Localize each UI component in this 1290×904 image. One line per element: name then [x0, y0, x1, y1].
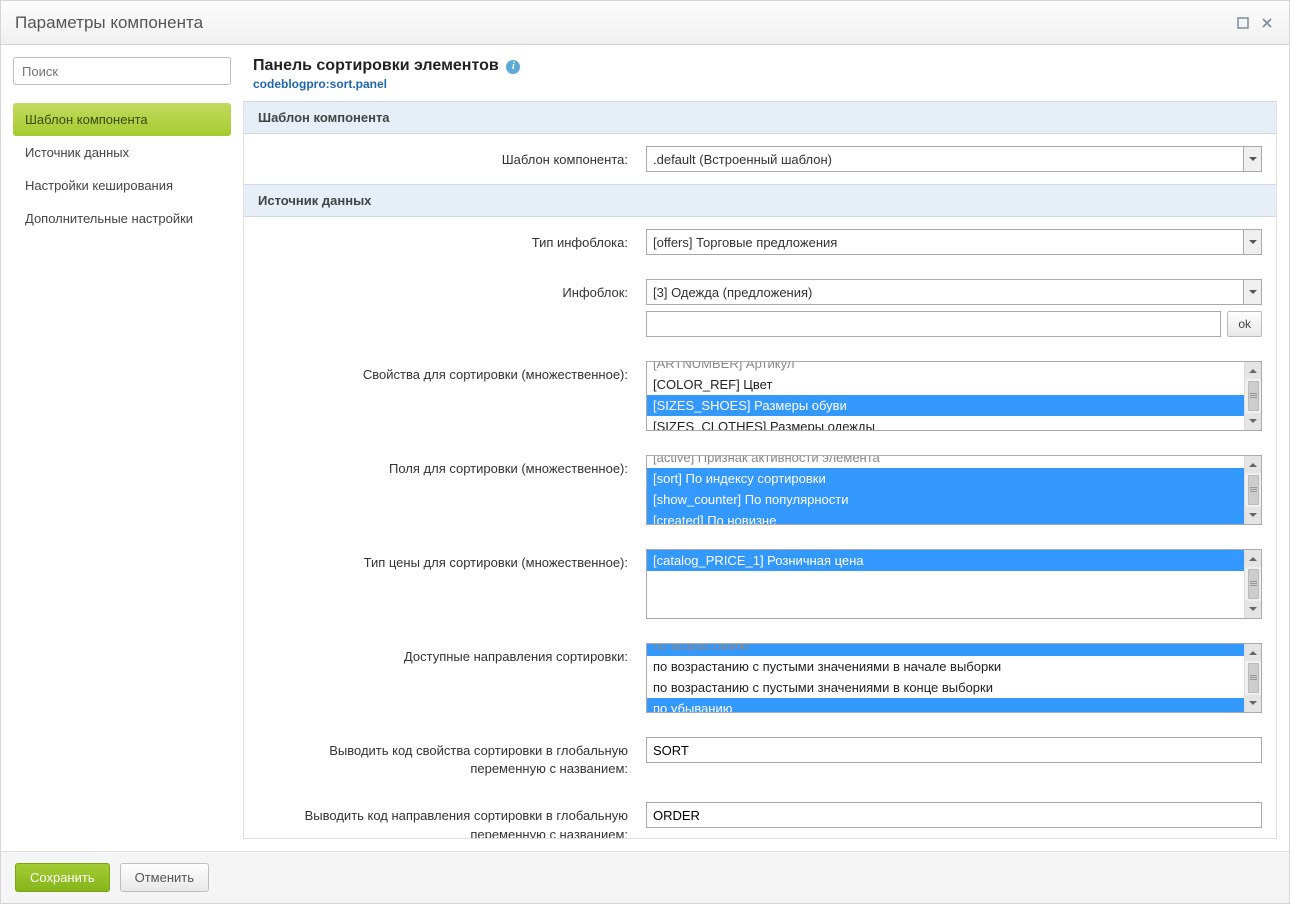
component-params-window: Параметры компонента Шаблон компонента И…	[0, 0, 1290, 904]
sidebar-item-additional[interactable]: Дополнительные настройки	[13, 202, 231, 235]
list-item[interactable]: [ARTNUMBER] Артикул	[647, 362, 1244, 374]
list-item[interactable]: [SIZES_CLOTHES] Размеры одежды	[647, 416, 1244, 430]
sidebar-item-caching[interactable]: Настройки кеширования	[13, 169, 231, 202]
list-item[interactable]: по возрастанию	[647, 644, 1244, 656]
row-sort-var: Выводить код свойства сортировки в глоба…	[244, 725, 1276, 790]
save-button[interactable]: Сохранить	[15, 863, 110, 892]
ok-button[interactable]: ok	[1227, 311, 1262, 337]
section-datasource-header: Источник данных	[244, 184, 1276, 217]
row-order-var: Выводить код направления сортировки в гл…	[244, 790, 1276, 839]
footer: Сохранить Отменить	[1, 851, 1289, 903]
sort-props-multiselect[interactable]: [ARTNUMBER] Артикул[COLOR_REF] Цвет[SIZE…	[646, 361, 1262, 431]
close-icon[interactable]	[1259, 15, 1275, 31]
sidebar-nav: Шаблон компонента Источник данных Настро…	[13, 103, 231, 235]
list-item[interactable]: [created] По новизне	[647, 510, 1244, 524]
list-item[interactable]: [active] Признак активности элемента	[647, 456, 1244, 468]
sort-dirs-multiselect[interactable]: по возрастаниюпо возрастанию с пустыми з…	[646, 643, 1262, 713]
page-header: Панель сортировки элементов i codeblogpr…	[243, 57, 1277, 101]
chevron-down-icon	[1243, 230, 1261, 254]
list-item[interactable]: [COLOR_REF] Цвет	[647, 374, 1244, 395]
sort-var-input[interactable]	[646, 737, 1262, 763]
list-item[interactable]: по возрастанию с пустыми значениями в ко…	[647, 677, 1244, 698]
chevron-down-icon	[1243, 280, 1261, 304]
sidebar-item-datasource[interactable]: Источник данных	[13, 136, 231, 169]
main-scroll[interactable]: Шаблон компонента Шаблон компонента: .de…	[243, 101, 1277, 839]
maximize-icon[interactable]	[1235, 15, 1251, 31]
list-item[interactable]: [catalog_PRICE_1] Розничная цена	[647, 550, 1244, 571]
row-iblock: Инфоблок: [3] Одежда (предложения) ok	[244, 267, 1276, 349]
iblock-type-select[interactable]: [offers] Торговые предложения	[646, 229, 1262, 255]
sort-fields-multiselect[interactable]: [active] Признак активности элемента[sor…	[646, 455, 1262, 525]
page-title: Панель сортировки элементов	[253, 57, 499, 75]
list-item[interactable]: [SIZES_SHOES] Размеры обуви	[647, 395, 1244, 416]
section-template-header: Шаблон компонента	[244, 101, 1276, 134]
scrollbar[interactable]	[1244, 644, 1261, 712]
iblock-select[interactable]: [3] Одежда (предложения)	[646, 279, 1262, 305]
scrollbar[interactable]	[1244, 456, 1261, 524]
iblock-input[interactable]	[646, 311, 1221, 337]
cancel-button[interactable]: Отменить	[120, 863, 209, 892]
scrollbar[interactable]	[1244, 550, 1261, 618]
chevron-down-icon	[1243, 147, 1261, 171]
order-var-input[interactable]	[646, 802, 1262, 828]
list-item[interactable]: по убыванию	[647, 698, 1244, 712]
price-type-multiselect[interactable]: [catalog_PRICE_1] Розничная цена	[646, 549, 1262, 619]
row-sort-props: Свойства для сортировки (множественное):…	[244, 349, 1276, 443]
titlebar: Параметры компонента	[1, 1, 1289, 45]
list-item[interactable]: по возрастанию с пустыми значениями в на…	[647, 656, 1244, 677]
search-input[interactable]	[13, 57, 231, 85]
template-select[interactable]: .default (Встроенный шаблон)	[646, 146, 1262, 172]
component-code: codeblogpro:sort.panel	[253, 77, 1273, 91]
main-panel: Панель сортировки элементов i codeblogpr…	[243, 57, 1277, 839]
scrollbar[interactable]	[1244, 362, 1261, 430]
row-sort-dirs: Доступные направления сортировки: по воз…	[244, 631, 1276, 725]
list-item[interactable]: [sort] По индексу сортировки	[647, 468, 1244, 489]
row-template: Шаблон компонента: .default (Встроенный …	[244, 134, 1276, 184]
info-icon[interactable]: i	[506, 60, 520, 74]
list-item[interactable]: [show_counter] По популярности	[647, 489, 1244, 510]
row-price-type: Тип цены для сортировки (множественное):…	[244, 537, 1276, 631]
window-title: Параметры компонента	[15, 13, 1227, 33]
row-sort-fields: Поля для сортировки (множественное): [ac…	[244, 443, 1276, 537]
row-iblock-type: Тип инфоблока: [offers] Торговые предлож…	[244, 217, 1276, 267]
sidebar-item-template[interactable]: Шаблон компонента	[13, 103, 231, 136]
sidebar: Шаблон компонента Источник данных Настро…	[13, 57, 231, 839]
